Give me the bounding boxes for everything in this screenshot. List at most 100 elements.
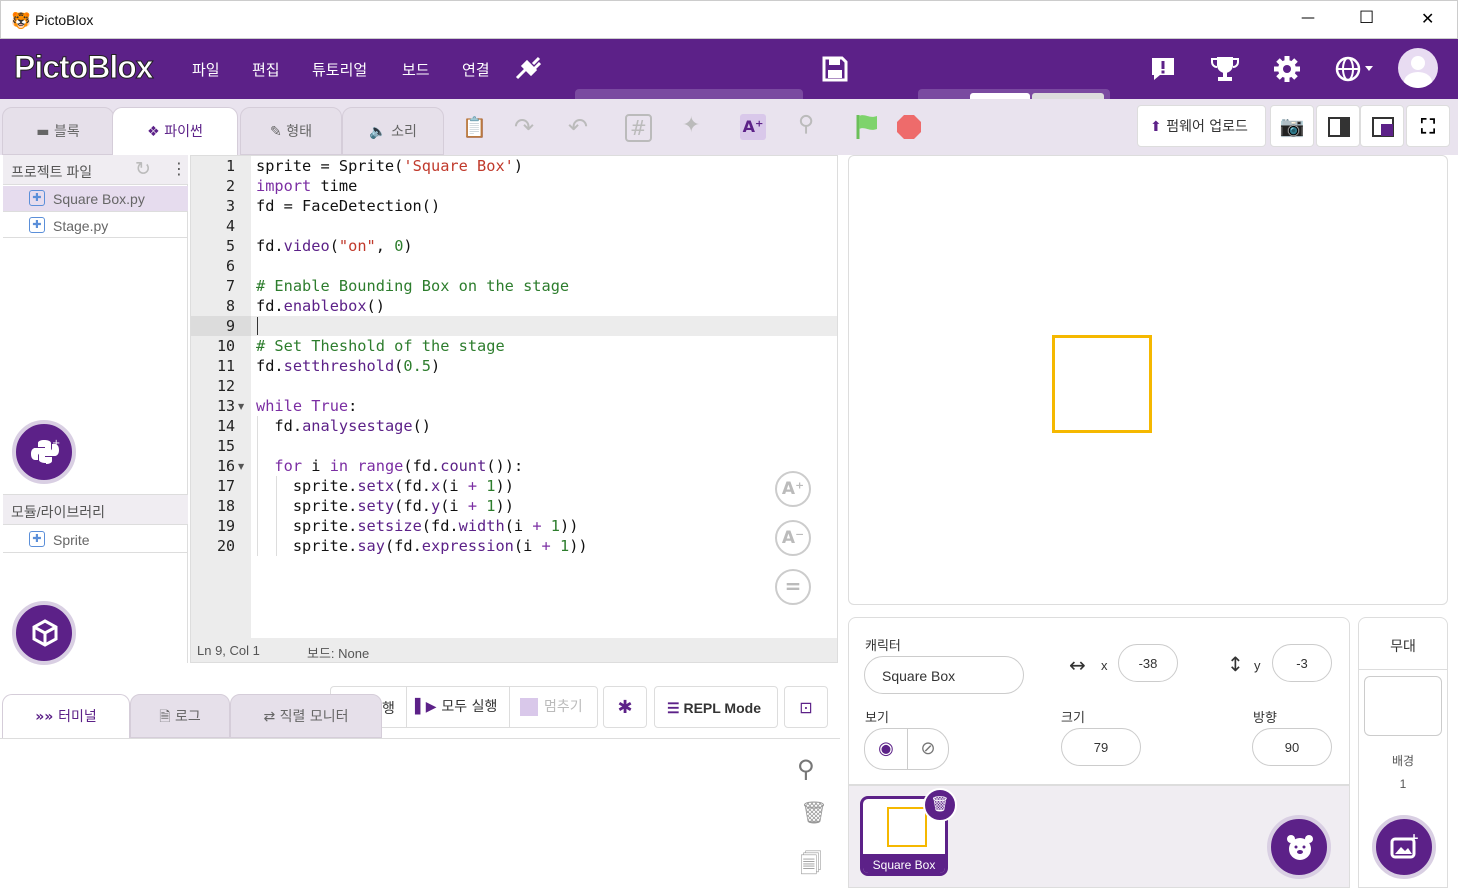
sprite-header: 캐릭터 bbox=[865, 638, 901, 653]
menu-connect[interactable]: 연결 bbox=[462, 59, 490, 80]
upload-code-button[interactable]: ⊡ bbox=[784, 686, 828, 728]
minimize-button[interactable]: — bbox=[1301, 10, 1315, 26]
menu-tutorial[interactable]: 튜토리얼 bbox=[312, 59, 367, 80]
feedback-icon[interactable] bbox=[1150, 56, 1176, 82]
stage-header-divider bbox=[1359, 669, 1447, 670]
size-input[interactable]: 79 bbox=[1061, 728, 1141, 766]
x-input[interactable]: -38 bbox=[1118, 644, 1178, 682]
line-number: 7 bbox=[225, 277, 235, 295]
zoom-reset-button[interactable]: = bbox=[775, 569, 811, 605]
comment-icon[interactable]: # bbox=[625, 114, 652, 142]
python-file-icon: ✚ bbox=[29, 190, 45, 206]
modules-header: 모듈/라이브러리 bbox=[3, 494, 188, 525]
code-line: import time bbox=[256, 177, 358, 195]
tab-blocks[interactable]: ▬ 블록 bbox=[2, 107, 114, 155]
fold-arrow-icon[interactable]: ▼ bbox=[238, 462, 244, 471]
add-module-button[interactable] bbox=[12, 601, 76, 665]
search-icon[interactable]: ⚲ bbox=[798, 112, 814, 137]
menu-edit[interactable]: 편집 bbox=[252, 59, 280, 80]
firmware-upload-button[interactable]: ⬆ 펌웨어 업로드 bbox=[1137, 105, 1266, 147]
large-stage-button[interactable] bbox=[1360, 105, 1404, 147]
zoom-out-button[interactable]: A⁻ bbox=[775, 520, 811, 556]
tab-serial-monitor[interactable]: ⇄ 직렬 모니터 bbox=[230, 694, 382, 738]
module-item[interactable]: ✚ Sprite bbox=[3, 527, 188, 553]
y-input[interactable]: -3 bbox=[1272, 644, 1332, 682]
code-line: sprite.setx(fd.x(i + 1)) bbox=[256, 477, 514, 495]
small-stage-button[interactable] bbox=[1316, 105, 1360, 147]
zoom-in-button[interactable]: A⁺ bbox=[775, 471, 811, 507]
refresh-icon[interactable]: ↻ bbox=[135, 158, 151, 180]
speaker-icon: 🔈 bbox=[369, 124, 392, 140]
menu-board[interactable]: 보드 bbox=[402, 59, 430, 80]
file-item[interactable]: ✚ Square Box.py bbox=[3, 186, 188, 212]
show-button[interactable]: ◉ bbox=[864, 728, 908, 770]
trophy-icon[interactable] bbox=[1210, 55, 1240, 83]
plug-icon[interactable] bbox=[513, 56, 541, 82]
add-sprite-button[interactable] bbox=[1267, 815, 1331, 879]
tab-python[interactable]: ❖ 파이썬 bbox=[112, 107, 238, 155]
direction-input[interactable]: 90 bbox=[1252, 728, 1332, 766]
module-icon: ✚ bbox=[29, 531, 45, 547]
line-number: 2 bbox=[225, 177, 235, 195]
svg-text:+: + bbox=[52, 438, 60, 449]
swap-icon: ⇄ bbox=[263, 709, 280, 725]
x-label: x bbox=[1101, 658, 1108, 673]
camera-button[interactable]: 📷 bbox=[1270, 105, 1314, 147]
cube-icon bbox=[32, 619, 58, 647]
clear-icon[interactable]: 🗑 bbox=[800, 801, 828, 826]
fold-arrow-icon[interactable]: ▼ bbox=[238, 402, 244, 411]
code-line: sprite.sety(fd.y(i + 1)) bbox=[256, 497, 514, 515]
repl-mode-button[interactable]: ☰ REPL Mode bbox=[654, 686, 778, 728]
fullscreen-button[interactable]: ⛶ bbox=[1406, 105, 1450, 147]
bear-face-icon bbox=[1287, 835, 1313, 860]
tab-costumes[interactable]: ✎ 형태 bbox=[240, 107, 342, 155]
debug-button[interactable]: ✱ bbox=[603, 686, 647, 728]
tab-terminal[interactable]: »» 터미널 bbox=[2, 694, 130, 738]
calendar-upload-icon: ⊡ bbox=[799, 698, 813, 717]
save-icon[interactable] bbox=[822, 56, 848, 82]
repl-icon: ☰ bbox=[667, 700, 684, 716]
close-button[interactable]: ✕ bbox=[1421, 9, 1434, 28]
more-icon[interactable]: ⋮ bbox=[171, 159, 187, 178]
stop-run-button[interactable]: 멈추기 bbox=[512, 687, 598, 727]
gear-icon[interactable] bbox=[1273, 55, 1301, 83]
code-editor[interactable]: 1 2 3 4 5 6 7 8 9 10 11 12 13 14 15 16 1… bbox=[190, 155, 838, 663]
undo-icon[interactable]: ↶ bbox=[568, 113, 588, 141]
menu-file[interactable]: 파일 bbox=[192, 59, 220, 80]
hide-button[interactable]: ⊘ bbox=[907, 728, 949, 770]
maximize-button[interactable]: ☐ bbox=[1359, 8, 1374, 28]
stage-canvas[interactable] bbox=[848, 155, 1448, 605]
add-python-file-button[interactable]: + bbox=[12, 420, 76, 484]
search-icon[interactable]: ⚲ bbox=[797, 755, 815, 783]
green-flag-icon[interactable] bbox=[854, 113, 882, 141]
copy-icon[interactable]: 🗐 bbox=[800, 847, 822, 885]
code-line: # Set Theshold of the stage bbox=[256, 337, 505, 355]
globe-icon[interactable] bbox=[1335, 55, 1375, 83]
magic-wand-icon[interactable]: ✦ bbox=[682, 113, 700, 138]
code-line: while True: bbox=[256, 397, 358, 415]
tab-log[interactable]: 🗎 로그 bbox=[130, 694, 230, 738]
window-title: PictoBlox bbox=[35, 12, 94, 28]
delete-sprite-button[interactable]: 🗑 bbox=[923, 788, 957, 822]
sprite-name-input[interactable]: Square Box bbox=[864, 656, 1024, 694]
tab-sounds[interactable]: 🔈 소리 bbox=[342, 107, 444, 155]
backdrop-thumbnail[interactable] bbox=[1364, 676, 1442, 736]
square-box-sprite[interactable] bbox=[1052, 335, 1152, 433]
terminal-output[interactable]: ⚲ 🗑 🗐 bbox=[0, 738, 840, 888]
large-stage-icon bbox=[1372, 117, 1394, 137]
clipboard-icon[interactable]: 📋 bbox=[462, 115, 487, 139]
trash-icon: 🗑 bbox=[930, 795, 950, 813]
line-number: 4 bbox=[225, 217, 235, 235]
font-size-icon[interactable]: A⁺ bbox=[740, 114, 766, 140]
sprite-info-panel: 캐릭터 Square Box ↔ x -38 ↕ y -3 보기 ◉ ⊘ 크기 … bbox=[848, 617, 1350, 785]
run-partial-label[interactable]: 행 bbox=[382, 698, 395, 718]
stop-icon[interactable] bbox=[895, 113, 923, 141]
image-add-icon: + bbox=[1390, 833, 1418, 859]
add-backdrop-button[interactable]: + bbox=[1372, 815, 1436, 879]
horizontal-arrows-icon: ↔ bbox=[1069, 653, 1086, 677]
run-all-button[interactable]: ▌▶ 모두 실행 bbox=[406, 687, 510, 727]
file-item[interactable]: ✚ Stage.py bbox=[3, 213, 188, 238]
redo-icon[interactable]: ↷ bbox=[514, 113, 534, 141]
title-bar: 🐯 PictoBlox — ☐ ✕ bbox=[0, 0, 1458, 39]
avatar[interactable] bbox=[1398, 48, 1438, 88]
